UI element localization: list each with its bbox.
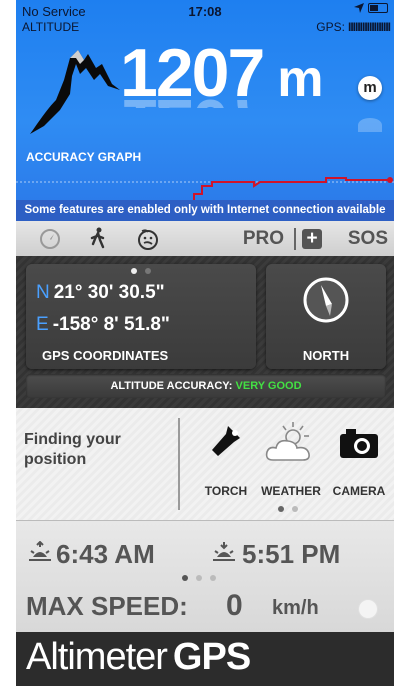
toolbar-divider <box>294 228 296 250</box>
altitude-accuracy-bar: ALTITUDE ACCURACY: VERY GOOD <box>26 374 386 398</box>
unit-toggle-reflection <box>358 118 382 132</box>
altitude-reflection: 1207 m <box>120 80 263 108</box>
max-speed-label: MAX SPEED: <box>26 591 188 621</box>
gps-coordinates-card[interactable]: N 21° 30' 30.5" E -158° 8' 51.8" GPS COORD… <box>26 264 256 369</box>
gps-coordinates-label: GPS COORDINATES <box>42 348 169 363</box>
weather-button[interactable]: WEATHER <box>256 420 326 500</box>
app-name-suffix: GPS <box>172 636 251 678</box>
altitude-header: No Service 17:08 ALTITUDE GPS: IIIIIIIII… <box>16 0 394 221</box>
plus-icon[interactable]: + <box>302 229 322 249</box>
longitude-direction: E <box>36 314 49 335</box>
pro-button[interactable]: PRO <box>243 228 284 250</box>
altitude-reflection-number: 1207 <box>120 84 263 108</box>
position-status-line1: Finding your <box>24 431 121 448</box>
latitude-direction: N <box>36 282 50 303</box>
page-dot <box>145 268 151 274</box>
sunset-time: 5:51 PM <box>242 539 341 569</box>
status-icons <box>354 3 388 13</box>
altitude-accuracy-label: ALTITUDE ACCURACY: <box>110 380 233 392</box>
latitude-row: N 21° 30' 30.5" <box>36 282 165 304</box>
walking-icon[interactable] <box>86 227 110 251</box>
gps-signal: GPS: IIIIIIIIIIIIIIIIII <box>316 20 391 34</box>
sos-button[interactable]: SOS <box>348 228 388 250</box>
speed-unit: km/h <box>272 597 319 619</box>
page-dot <box>182 575 188 581</box>
internet-notice: Some features are enabled only with Inte… <box>16 200 394 221</box>
latitude-value: 21° 30' 30.5" <box>53 282 165 303</box>
max-speed-value: 0 <box>226 589 243 622</box>
unit-toggle-button[interactable]: m <box>358 76 382 100</box>
tools-panel: Finding your position TORCH WEATHER CAME… <box>16 408 394 520</box>
app-screen: No Service 17:08 ALTITUDE GPS: IIIIIIIII… <box>16 0 394 686</box>
torch-button[interactable]: TORCH <box>191 420 261 500</box>
page-dot <box>210 575 216 581</box>
page-dot <box>131 268 137 274</box>
page-dot <box>278 506 284 512</box>
weather-icon <box>265 422 310 461</box>
page-dot <box>292 506 298 512</box>
battery-icon <box>368 3 388 13</box>
weather-label: WEATHER <box>261 484 321 498</box>
face-icon[interactable] <box>136 227 160 251</box>
gps-label: GPS: <box>316 20 345 34</box>
position-status-line2: position <box>24 451 87 468</box>
position-status: Finding your position <box>24 430 174 470</box>
app-name: Altimeter <box>26 636 168 678</box>
sun-speed-panel: 6:43 AM 5:51 PM MAX SPEED: 0 km/h <box>16 520 394 633</box>
accuracy-graph <box>16 177 394 200</box>
longitude-row: E -158° 8' 51.8" <box>36 314 170 336</box>
brand-bar: Altimeter GPS <box>16 632 394 686</box>
toolbar: PRO + SOS <box>16 221 394 257</box>
app-logo: Altimeter GPS <box>26 636 251 679</box>
sunset-icon <box>213 542 235 561</box>
clock: 17:08 <box>188 4 222 19</box>
altitude-unit: m <box>277 50 323 108</box>
speed-reset-button[interactable] <box>358 599 378 619</box>
status-bar: No Service 17:08 <box>22 3 388 19</box>
location-arrow-icon <box>354 3 364 13</box>
tools-divider <box>178 418 180 510</box>
mountain-icon <box>30 50 120 134</box>
tools-page-dots <box>278 506 298 512</box>
sunrise-icon <box>29 541 51 561</box>
coordinates-page-dots <box>131 268 151 274</box>
camera-icon <box>340 429 378 458</box>
compass-card[interactable]: NORTH <box>266 264 386 369</box>
gps-signal-bars: IIIIIIIIIIIIIIIIII <box>347 20 391 34</box>
location-panel: N 21° 30' 30.5" E -158° 8' 51.8" GPS COORD… <box>16 256 394 408</box>
longitude-value: -158° 8' 51.8" <box>52 314 170 335</box>
torch-label: TORCH <box>204 484 248 498</box>
altitude-accuracy-value: VERY GOOD <box>235 380 302 392</box>
camera-button[interactable]: CAMERA <box>324 420 394 500</box>
compass-icon[interactable] <box>38 227 62 251</box>
accuracy-graph-label: ACCURACY GRAPH <box>26 150 142 164</box>
sun-page-dots <box>182 575 216 581</box>
compass-needle-icon <box>303 277 349 323</box>
camera-label: CAMERA <box>332 484 386 498</box>
torch-icon <box>212 426 240 456</box>
altitude-label: ALTITUDE <box>22 20 80 34</box>
page-dot <box>196 575 202 581</box>
north-label: NORTH <box>302 348 350 363</box>
sunrise-time: 6:43 AM <box>56 539 155 569</box>
